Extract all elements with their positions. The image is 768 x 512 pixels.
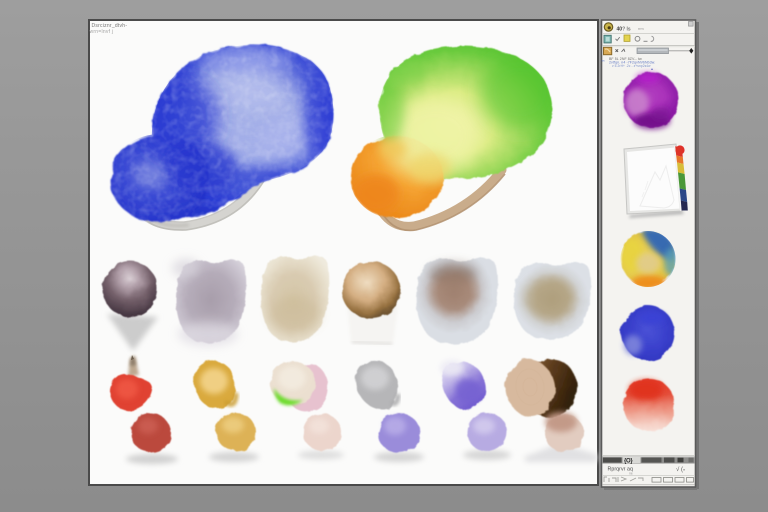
svg-text:rrm: rrm xyxy=(638,27,644,31)
svg-text:40? ls: 40? ls xyxy=(617,27,631,33)
svg-text:√ («: √ (« xyxy=(676,466,686,473)
svg-text:{O}: {O} xyxy=(624,459,633,465)
svg-text:ne: ne xyxy=(629,472,633,476)
svg-text:wrn=lnvf j: wrn=lnvf j xyxy=(90,29,114,35)
svg-text:v 5.2rH+ .2c - z+snp2s4w: v 5.2rH+ .2c - z+snp2s4w xyxy=(612,64,651,68)
svg-text:ss: ss xyxy=(602,59,606,63)
